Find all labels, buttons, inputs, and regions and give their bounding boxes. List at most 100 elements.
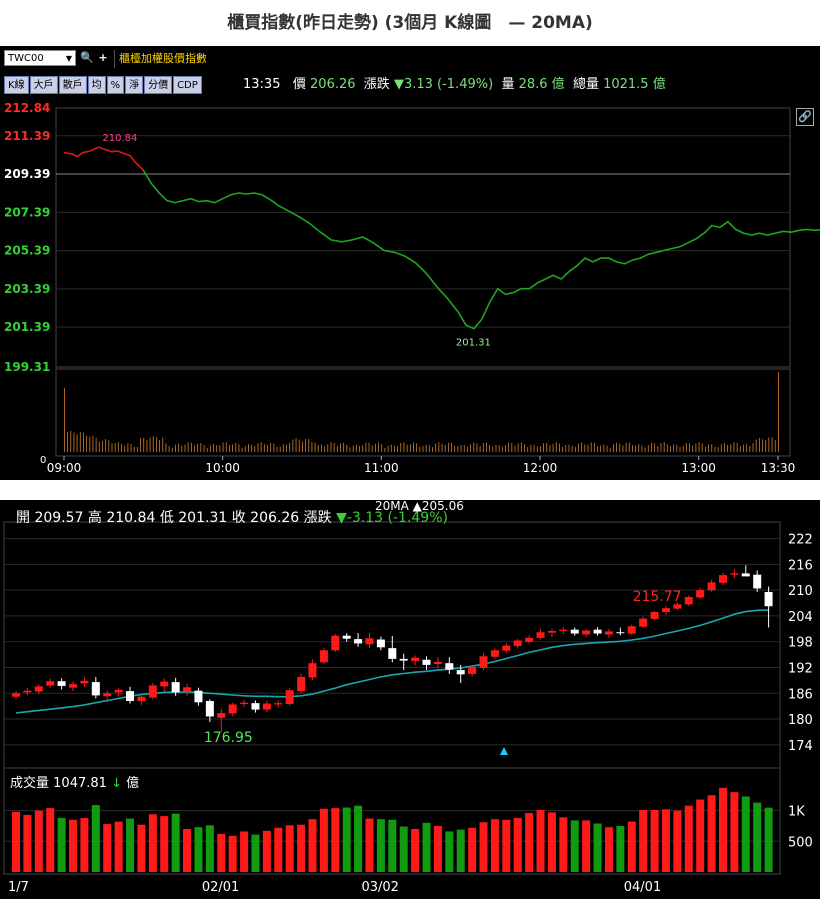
- volume-tick-label: 500: [788, 835, 813, 850]
- volume-bar: [321, 444, 322, 452]
- candle-body: [399, 658, 408, 661]
- volume-bar: [546, 442, 548, 452]
- volume-bar: [574, 447, 576, 452]
- volume-bar: [701, 443, 703, 452]
- candle-body: [502, 645, 511, 651]
- volume-bar: [571, 445, 573, 452]
- volume-bar: [739, 446, 741, 452]
- x-tick-label: 02/01: [202, 880, 239, 895]
- volume-bar: [684, 805, 693, 872]
- volume-bar: [274, 827, 283, 872]
- candle-body: [468, 667, 477, 674]
- volume-bar: [482, 442, 484, 452]
- candle-body: [764, 591, 773, 607]
- volume-bar: [578, 443, 579, 452]
- volume-bar: [257, 442, 259, 452]
- volume-bar: [501, 446, 503, 452]
- volume-bar: [676, 444, 678, 452]
- volume-bar: [156, 437, 157, 452]
- volume-bar: [143, 437, 145, 452]
- volume-bar: [568, 444, 570, 452]
- volume-bar: [12, 811, 20, 872]
- volume-bar: [23, 814, 32, 872]
- volume-bar: [486, 442, 487, 452]
- volume-bar: [346, 445, 348, 452]
- x-tick-label: 04/01: [624, 880, 661, 895]
- candle-body: [570, 629, 579, 634]
- volume-bar: [540, 446, 541, 452]
- volume-bar: [336, 445, 338, 452]
- volume-bar: [273, 443, 275, 452]
- volume-bar: [555, 442, 557, 452]
- candle-body: [308, 663, 317, 678]
- volume-bar: [724, 442, 725, 452]
- y-tick-label: 186: [788, 687, 813, 702]
- volume-bar: [758, 438, 760, 452]
- volume-bar: [435, 443, 437, 452]
- volume-bar: [654, 443, 656, 452]
- volume-bar: [470, 444, 471, 452]
- price-line-down: [142, 169, 820, 330]
- volume-bar: [349, 447, 351, 452]
- candle-body: [342, 635, 351, 639]
- volume-bar: [127, 443, 129, 452]
- volume-bar: [593, 823, 602, 872]
- volume-bar: [114, 821, 123, 872]
- x-tick-label: 1/7: [8, 880, 29, 895]
- volume-bar: [327, 444, 329, 452]
- volume-legend: 成交量 1047.81 ↓ 億: [10, 772, 139, 791]
- candle-body: [433, 661, 442, 665]
- volume-bar: [657, 446, 659, 452]
- volume-bar: [511, 442, 513, 452]
- volume-bar: [34, 810, 43, 872]
- down-arrow-icon: ↓: [111, 776, 122, 791]
- high-label: 高: [87, 510, 102, 526]
- volume-bar: [597, 445, 598, 452]
- candle-body: [319, 650, 328, 663]
- y-tick-label: 180: [788, 713, 813, 728]
- kline-panel: 222 216 210 204 198 192 186 180 174 215.77 176.95 1…: [0, 499, 820, 899]
- volume-bar: [232, 444, 233, 452]
- volume-bar: [720, 443, 722, 452]
- volume-bar: [308, 439, 310, 452]
- volume-bar: [641, 445, 643, 452]
- volume-bar: [778, 372, 779, 452]
- volume-bar: [240, 831, 249, 872]
- volume-bar: [479, 445, 481, 452]
- candle-body: [730, 573, 739, 575]
- candle-body: [536, 632, 545, 638]
- candle-body: [331, 635, 340, 651]
- candle-body: [171, 682, 180, 693]
- volume-bar: [463, 445, 465, 452]
- candle-body: [627, 626, 636, 634]
- x-tick-label: 13:00: [681, 461, 716, 475]
- volume-bar: [727, 444, 729, 452]
- volume-bar: [388, 819, 397, 872]
- volume-bar: [365, 818, 374, 872]
- volume-bar: [711, 444, 713, 452]
- volume-bar: [130, 443, 132, 452]
- volume-bar: [638, 444, 640, 452]
- volume-bar: [175, 444, 176, 452]
- volume-bar: [384, 447, 386, 452]
- volume-bar: [79, 432, 81, 452]
- volume-bar: [473, 442, 475, 452]
- volume-bar: [317, 444, 319, 452]
- volume-bar: [765, 439, 767, 452]
- volume-bar: [289, 442, 291, 452]
- volume-bar: [282, 444, 284, 452]
- candle-body: [525, 637, 534, 642]
- page-title: 櫃買指數(昨日走勢) (3個月 K線圖 — 20MA): [227, 13, 593, 33]
- candle-body: [661, 608, 670, 613]
- volume-bar: [83, 432, 84, 452]
- x-tick-label: 09:00: [47, 461, 82, 475]
- volume-bar: [146, 440, 148, 452]
- candle-body: [205, 700, 214, 717]
- volume-bar: [582, 820, 591, 872]
- kline-chart: 222 216 210 204 198 192 186 180 174 215.77 176.95 1…: [3, 521, 813, 895]
- volume-bar: [438, 442, 440, 452]
- volume-bar: [197, 443, 199, 452]
- volume-bar: [419, 446, 421, 452]
- y-tick-label: 205.39: [4, 244, 50, 258]
- volume-bar: [399, 826, 408, 872]
